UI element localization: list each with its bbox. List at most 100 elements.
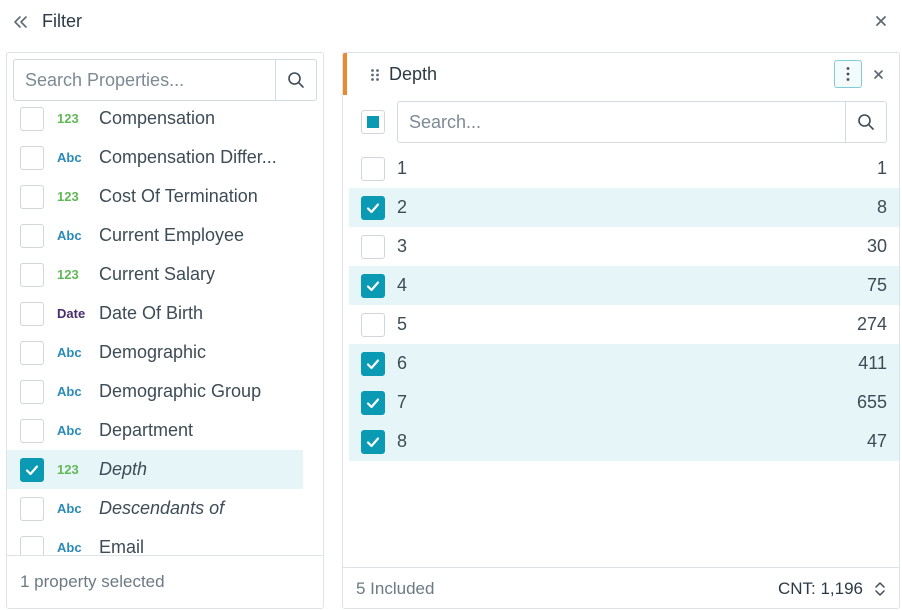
- value-label: 1: [397, 158, 408, 178]
- value-row[interactable]: 3 30: [349, 227, 899, 266]
- value-checkbox[interactable]: [361, 156, 385, 181]
- double-chevron-left-icon[interactable]: [12, 13, 30, 31]
- total-count: CNT: 1,196: [777, 579, 863, 598]
- property-item[interactable]: Abc Demographic: [7, 333, 303, 372]
- value-search-box: [397, 101, 887, 143]
- property-item[interactable]: 123 Depth: [7, 450, 303, 489]
- value-row[interactable]: 11: [349, 149, 899, 188]
- property-search-input[interactable]: [14, 60, 276, 100]
- property-item[interactable]: 123 Cost Of Termination: [7, 177, 303, 216]
- right-footer: 5 Included CNT: 1,196: [343, 567, 899, 608]
- value-search-input[interactable]: [398, 102, 846, 142]
- selection-summary: 1 property selected: [20, 572, 165, 591]
- value-label: 7: [397, 392, 408, 412]
- included-count: 5 Included: [356, 579, 435, 598]
- property-label: Compensation Differ...: [99, 147, 277, 167]
- property-type-badge: 123: [57, 462, 79, 477]
- property-type-badge: Abc: [57, 150, 82, 165]
- indeterminate-icon: [367, 116, 379, 128]
- filter-values-panel: Depth 1128330475527464117655847 5 Includ…: [342, 52, 900, 609]
- property-type-badge: Abc: [57, 423, 82, 438]
- value-row[interactable]: 7 655: [349, 383, 899, 422]
- check-icon: [366, 202, 380, 213]
- property-search-box: [13, 59, 317, 101]
- property-checkbox[interactable]: [20, 535, 44, 556]
- property-type-badge: 123: [57, 267, 79, 282]
- property-search-button[interactable]: [275, 60, 316, 100]
- property-checkbox[interactable]: [20, 340, 44, 365]
- value-count: 75: [866, 275, 887, 295]
- property-item[interactable]: Abc Department: [7, 411, 303, 450]
- property-type-badge: 123: [57, 111, 79, 126]
- property-checkbox[interactable]: [20, 262, 44, 287]
- check-icon: [366, 436, 380, 447]
- value-label: 2: [397, 197, 408, 217]
- property-item[interactable]: Abc Compensation Differ...: [7, 138, 303, 177]
- property-checkbox[interactable]: [20, 145, 44, 170]
- property-checkbox[interactable]: [20, 496, 44, 521]
- value-checkbox[interactable]: [361, 273, 385, 298]
- select-all-checkbox[interactable]: [361, 110, 385, 134]
- close-icon[interactable]: [874, 14, 888, 28]
- value-row[interactable]: 8 47: [349, 422, 899, 461]
- property-label: Descendants of: [99, 498, 225, 518]
- property-item[interactable]: Abc Current Employee: [7, 216, 303, 255]
- property-checkbox[interactable]: [20, 379, 44, 404]
- property-checkbox[interactable]: [20, 301, 44, 326]
- drag-handle-icon[interactable]: [370, 68, 380, 82]
- check-icon: [366, 358, 380, 369]
- value-checkbox[interactable]: [361, 312, 385, 337]
- property-label: Demographic Group: [99, 381, 262, 401]
- check-icon: [366, 280, 380, 291]
- value-count: 1: [876, 158, 887, 178]
- property-label: Current Employee: [99, 225, 245, 245]
- property-item[interactable]: 123 Compensation: [7, 105, 303, 138]
- property-type-badge: Date: [57, 306, 86, 321]
- property-type-badge: 123: [57, 189, 79, 204]
- property-item[interactable]: Date Date Of Birth: [7, 294, 303, 333]
- property-item[interactable]: 123 Current Salary: [7, 255, 303, 294]
- filter-header: Filter: [0, 0, 902, 44]
- check-icon: [366, 397, 380, 408]
- property-checkbox[interactable]: [20, 106, 44, 131]
- property-checkbox[interactable]: [20, 457, 44, 482]
- value-label: 4: [397, 275, 408, 295]
- value-row[interactable]: 28: [349, 188, 899, 227]
- property-type-badge: Abc: [57, 540, 82, 555]
- value-count: 47: [866, 431, 887, 451]
- property-label: Date Of Birth: [99, 303, 204, 323]
- property-checkbox[interactable]: [20, 184, 44, 209]
- more-options-button[interactable]: [834, 60, 862, 88]
- property-item[interactable]: Abc Demographic Group: [7, 372, 303, 411]
- more-vertical-icon: [846, 67, 850, 81]
- property-type-badge: Abc: [57, 228, 82, 243]
- page-title: Filter: [42, 11, 82, 31]
- search-icon: [288, 72, 304, 88]
- value-checkbox[interactable]: [361, 390, 385, 415]
- property-label: Compensation: [99, 108, 216, 128]
- value-row[interactable]: 5 274: [349, 305, 899, 344]
- value-search-button[interactable]: [845, 102, 886, 142]
- value-label: 6: [397, 353, 408, 373]
- value-count: 274: [856, 314, 887, 334]
- value-row[interactable]: 4 75: [349, 266, 899, 305]
- property-label: Current Salary: [99, 264, 216, 284]
- value-label: 3: [397, 236, 408, 256]
- left-footer: 1 property selected: [7, 555, 323, 608]
- value-count: 655: [856, 392, 887, 412]
- sort-icon[interactable]: [874, 580, 886, 598]
- close-icon[interactable]: [873, 69, 884, 80]
- value-row[interactable]: 6 411: [349, 344, 899, 383]
- property-item[interactable]: Abc Email: [7, 528, 303, 556]
- value-checkbox[interactable]: [361, 195, 385, 220]
- property-item[interactable]: Abc Descendants of: [7, 489, 303, 528]
- filter-title: Depth: [389, 64, 438, 84]
- value-checkbox[interactable]: [361, 351, 385, 376]
- value-checkbox[interactable]: [361, 234, 385, 259]
- search-icon: [858, 114, 874, 130]
- value-label: 8: [397, 431, 408, 451]
- property-checkbox[interactable]: [20, 418, 44, 443]
- property-checkbox[interactable]: [20, 223, 44, 248]
- property-label: Department: [99, 420, 194, 440]
- value-checkbox[interactable]: [361, 429, 385, 454]
